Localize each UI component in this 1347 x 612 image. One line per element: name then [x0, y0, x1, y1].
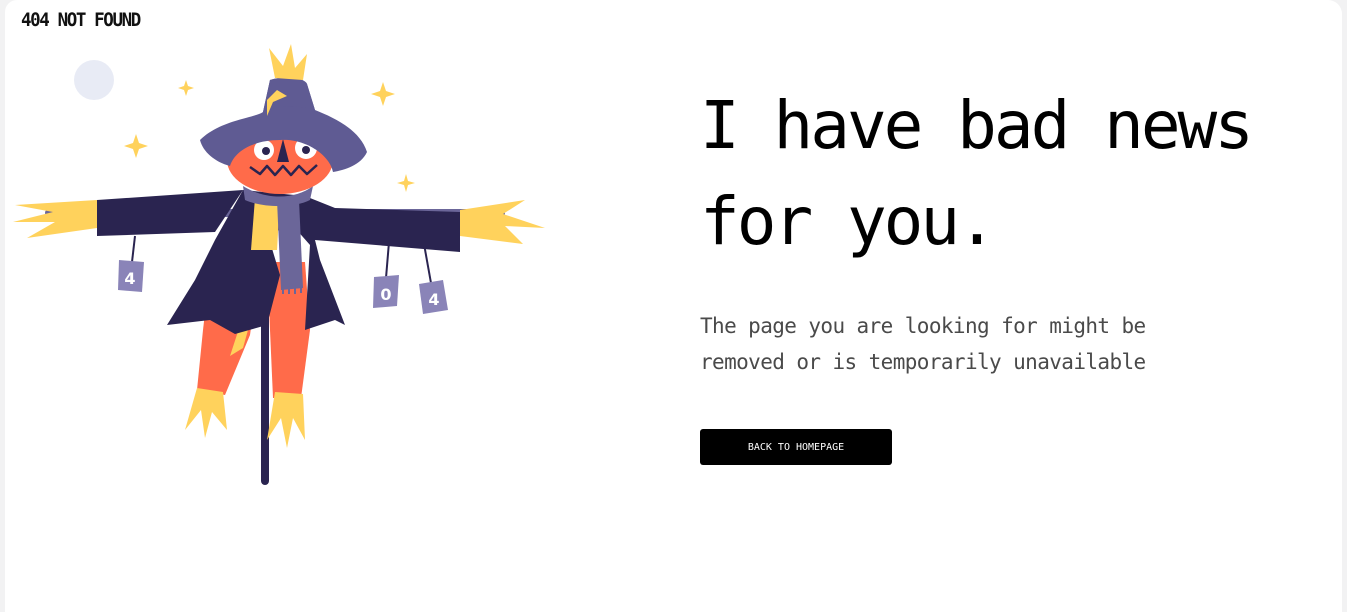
page-container: 404 NOT FOUND 4 0 4 I have bad news for … [5, 0, 1342, 612]
can-label-icon: 0 [373, 275, 399, 308]
description-line-1: The page you are looking for might be [700, 314, 1146, 338]
moon-icon [74, 60, 114, 100]
error-description: The page you are looking for might be re… [700, 308, 1260, 380]
headline-line-2: for you. [700, 183, 997, 260]
straw-right-hand [460, 200, 545, 244]
error-headline: I have bad news for you. [700, 78, 1320, 270]
can-label-2: 0 [380, 285, 391, 304]
headline-line-1: I have bad news [700, 87, 1254, 164]
can-label-icon: 4 [118, 260, 144, 292]
scarecrow-illustration: 4 0 4 [13, 44, 545, 485]
back-to-homepage-button[interactable]: BACK TO HOMEPAGE [700, 429, 892, 465]
site-logo[interactable]: 404 NOT FOUND [21, 9, 141, 31]
can-label-3: 4 [428, 290, 439, 309]
straw-left-hand [13, 200, 97, 238]
can-label-1: 4 [124, 269, 135, 288]
description-line-2: removed or is temporarily unavailable [700, 350, 1146, 374]
can-label-icon: 4 [419, 280, 448, 314]
